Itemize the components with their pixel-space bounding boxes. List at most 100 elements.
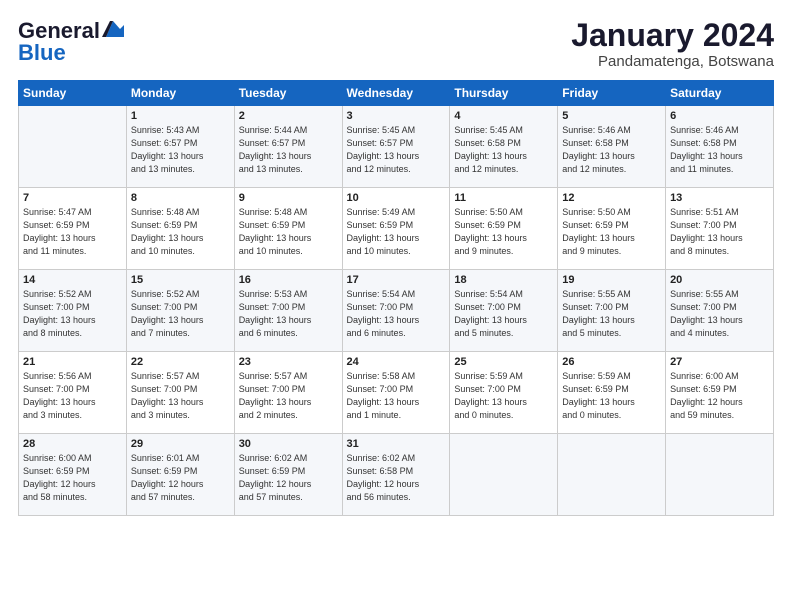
- day-number: 26: [562, 356, 661, 368]
- day-info: Sunrise: 5:48 AMSunset: 6:59 PMDaylight:…: [131, 206, 230, 258]
- day-info: Sunrise: 6:02 AMSunset: 6:59 PMDaylight:…: [239, 452, 338, 504]
- month-title: January 2024: [571, 18, 774, 53]
- logo-blue: Blue: [18, 40, 66, 66]
- day-number: 19: [562, 274, 661, 286]
- day-number: 7: [23, 192, 122, 204]
- calendar-cell: 25Sunrise: 5:59 AMSunset: 7:00 PMDayligh…: [450, 352, 558, 434]
- day-info: Sunrise: 5:46 AMSunset: 6:58 PMDaylight:…: [670, 124, 769, 176]
- day-number: 30: [239, 438, 338, 450]
- day-info: Sunrise: 5:47 AMSunset: 6:59 PMDaylight:…: [23, 206, 122, 258]
- calendar-cell: 13 Sunrise: 5:51 AMSunset: 7:00 PMDayligh…: [666, 188, 774, 270]
- calendar-cell: 10 Sunrise: 5:49 AMSunset: 6:59 PMDayligh…: [342, 188, 450, 270]
- day-info: Sunrise: 5:46 AMSunset: 6:58 PMDaylight:…: [562, 124, 661, 176]
- day-info: Sunrise: 5:53 AMSunset: 7:00 PMDaylight:…: [239, 288, 338, 340]
- day-info: Sunrise: 5:45 AMSunset: 6:57 PMDaylight:…: [347, 124, 446, 176]
- day-info: Sunrise: 6:01 AMSunset: 6:59 PMDaylight:…: [131, 452, 230, 504]
- day-info: Sunrise: 5:54 AMSunset: 7:00 PMDaylight:…: [347, 288, 446, 340]
- day-number: 31: [347, 438, 446, 450]
- week-row-3: 14 Sunrise: 5:52 AMSunset: 7:00 PMDayligh…: [19, 270, 774, 352]
- day-info: Sunrise: 5:48 AMSunset: 6:59 PMDaylight:…: [239, 206, 338, 258]
- calendar-cell: 18 Sunrise: 5:54 AMSunset: 7:00 PMDayligh…: [450, 270, 558, 352]
- calendar-cell: 15Sunrise: 5:52 AMSunset: 7:00 PMDayligh…: [126, 270, 234, 352]
- weekday-header-monday: Monday: [126, 81, 234, 106]
- day-info: Sunrise: 6:02 AMSunset: 6:58 PMDaylight:…: [347, 452, 446, 504]
- calendar-cell: 19 Sunrise: 5:55 AMSunset: 7:00 PMDayligh…: [558, 270, 666, 352]
- calendar-cell: 28 Sunrise: 6:00 AMSunset: 6:59 PMDayligh…: [19, 434, 127, 516]
- day-number: 12: [562, 192, 661, 204]
- day-info: Sunrise: 5:49 AMSunset: 6:59 PMDaylight:…: [347, 206, 446, 258]
- day-number: 8: [131, 192, 230, 204]
- day-info: Sunrise: 5:52 AMSunset: 7:00 PMDaylight:…: [131, 288, 230, 340]
- weekday-header-sunday: Sunday: [19, 81, 127, 106]
- calendar-cell: 23Sunrise: 5:57 AMSunset: 7:00 PMDayligh…: [234, 352, 342, 434]
- calendar-cell: 20 Sunrise: 5:55 AMSunset: 7:00 PMDayligh…: [666, 270, 774, 352]
- calendar-cell: [450, 434, 558, 516]
- day-info: Sunrise: 5:57 AMSunset: 7:00 PMDaylight:…: [131, 370, 230, 422]
- calendar-cell: 5 Sunrise: 5:46 AMSunset: 6:58 PMDaylight…: [558, 106, 666, 188]
- day-number: 28: [23, 438, 122, 450]
- weekday-header-tuesday: Tuesday: [234, 81, 342, 106]
- day-number: 14: [23, 274, 122, 286]
- day-info: Sunrise: 5:55 AMSunset: 7:00 PMDaylight:…: [562, 288, 661, 340]
- day-number: 10: [347, 192, 446, 204]
- day-number: 13: [670, 192, 769, 204]
- day-info: Sunrise: 5:57 AMSunset: 7:00 PMDaylight:…: [239, 370, 338, 422]
- calendar-cell: [19, 106, 127, 188]
- day-number: 6: [670, 110, 769, 122]
- calendar-cell: 9Sunrise: 5:48 AMSunset: 6:59 PMDaylight…: [234, 188, 342, 270]
- calendar-cell: 22Sunrise: 5:57 AMSunset: 7:00 PMDayligh…: [126, 352, 234, 434]
- calendar-cell: 29 Sunrise: 6:01 AMSunset: 6:59 PMDayligh…: [126, 434, 234, 516]
- calendar-cell: 16 Sunrise: 5:53 AMSunset: 7:00 PMDayligh…: [234, 270, 342, 352]
- day-info: Sunrise: 5:55 AMSunset: 7:00 PMDaylight:…: [670, 288, 769, 340]
- calendar-cell: 12 Sunrise: 5:50 AMSunset: 6:59 PMDayligh…: [558, 188, 666, 270]
- day-info: Sunrise: 5:50 AMSunset: 6:59 PMDaylight:…: [562, 206, 661, 258]
- day-number: 5: [562, 110, 661, 122]
- week-row-2: 7 Sunrise: 5:47 AMSunset: 6:59 PMDaylight…: [19, 188, 774, 270]
- day-number: 29: [131, 438, 230, 450]
- day-info: Sunrise: 5:43 AMSunset: 6:57 PMDaylight:…: [131, 124, 230, 176]
- day-info: Sunrise: 5:56 AMSunset: 7:00 PMDaylight:…: [23, 370, 122, 422]
- weekday-header-row: SundayMondayTuesdayWednesdayThursdayFrid…: [19, 81, 774, 106]
- day-number: 16: [239, 274, 338, 286]
- calendar-cell: 1 Sunrise: 5:43 AMSunset: 6:57 PMDaylight…: [126, 106, 234, 188]
- calendar-cell: 26 Sunrise: 5:59 AMSunset: 6:59 PMDayligh…: [558, 352, 666, 434]
- calendar-cell: 6 Sunrise: 5:46 AMSunset: 6:58 PMDaylight…: [666, 106, 774, 188]
- calendar-cell: 2Sunrise: 5:44 AMSunset: 6:57 PMDaylight…: [234, 106, 342, 188]
- day-number: 18: [454, 274, 553, 286]
- calendar-cell: 24Sunrise: 5:58 AMSunset: 7:00 PMDayligh…: [342, 352, 450, 434]
- day-info: Sunrise: 5:44 AMSunset: 6:57 PMDaylight:…: [239, 124, 338, 176]
- day-number: 4: [454, 110, 553, 122]
- weekday-header-friday: Friday: [558, 81, 666, 106]
- calendar-table: SundayMondayTuesdayWednesdayThursdayFrid…: [18, 80, 774, 516]
- calendar-cell: 4Sunrise: 5:45 AMSunset: 6:58 PMDaylight…: [450, 106, 558, 188]
- calendar-cell: 27Sunrise: 6:00 AMSunset: 6:59 PMDayligh…: [666, 352, 774, 434]
- title-section: January 2024 Pandamatenga, Botswana: [571, 18, 774, 70]
- day-info: Sunrise: 5:52 AMSunset: 7:00 PMDaylight:…: [23, 288, 122, 340]
- day-info: Sunrise: 5:51 AMSunset: 7:00 PMDaylight:…: [670, 206, 769, 258]
- page: General Blue January 2024 Pandamatenga, …: [0, 0, 792, 528]
- week-row-5: 28 Sunrise: 6:00 AMSunset: 6:59 PMDayligh…: [19, 434, 774, 516]
- day-info: Sunrise: 6:00 AMSunset: 6:59 PMDaylight:…: [23, 452, 122, 504]
- calendar-cell: 7 Sunrise: 5:47 AMSunset: 6:59 PMDaylight…: [19, 188, 127, 270]
- day-number: 17: [347, 274, 446, 286]
- calendar-cell: 11Sunrise: 5:50 AMSunset: 6:59 PMDayligh…: [450, 188, 558, 270]
- calendar-cell: 3Sunrise: 5:45 AMSunset: 6:57 PMDaylight…: [342, 106, 450, 188]
- day-number: 11: [454, 192, 553, 204]
- day-info: Sunrise: 5:59 AMSunset: 7:00 PMDaylight:…: [454, 370, 553, 422]
- day-info: Sunrise: 5:54 AMSunset: 7:00 PMDaylight:…: [454, 288, 553, 340]
- calendar-cell: 21Sunrise: 5:56 AMSunset: 7:00 PMDayligh…: [19, 352, 127, 434]
- calendar-cell: 8 Sunrise: 5:48 AMSunset: 6:59 PMDaylight…: [126, 188, 234, 270]
- logo: General Blue: [18, 18, 124, 66]
- day-number: 1: [131, 110, 230, 122]
- logo-icon: [102, 19, 124, 39]
- calendar-cell: 31 Sunrise: 6:02 AMSunset: 6:58 PMDayligh…: [342, 434, 450, 516]
- day-info: Sunrise: 5:59 AMSunset: 6:59 PMDaylight:…: [562, 370, 661, 422]
- week-row-4: 21Sunrise: 5:56 AMSunset: 7:00 PMDayligh…: [19, 352, 774, 434]
- day-number: 20: [670, 274, 769, 286]
- calendar-cell: [666, 434, 774, 516]
- calendar-cell: [558, 434, 666, 516]
- weekday-header-wednesday: Wednesday: [342, 81, 450, 106]
- location-subtitle: Pandamatenga, Botswana: [571, 53, 774, 70]
- weekday-header-saturday: Saturday: [666, 81, 774, 106]
- weekday-header-thursday: Thursday: [450, 81, 558, 106]
